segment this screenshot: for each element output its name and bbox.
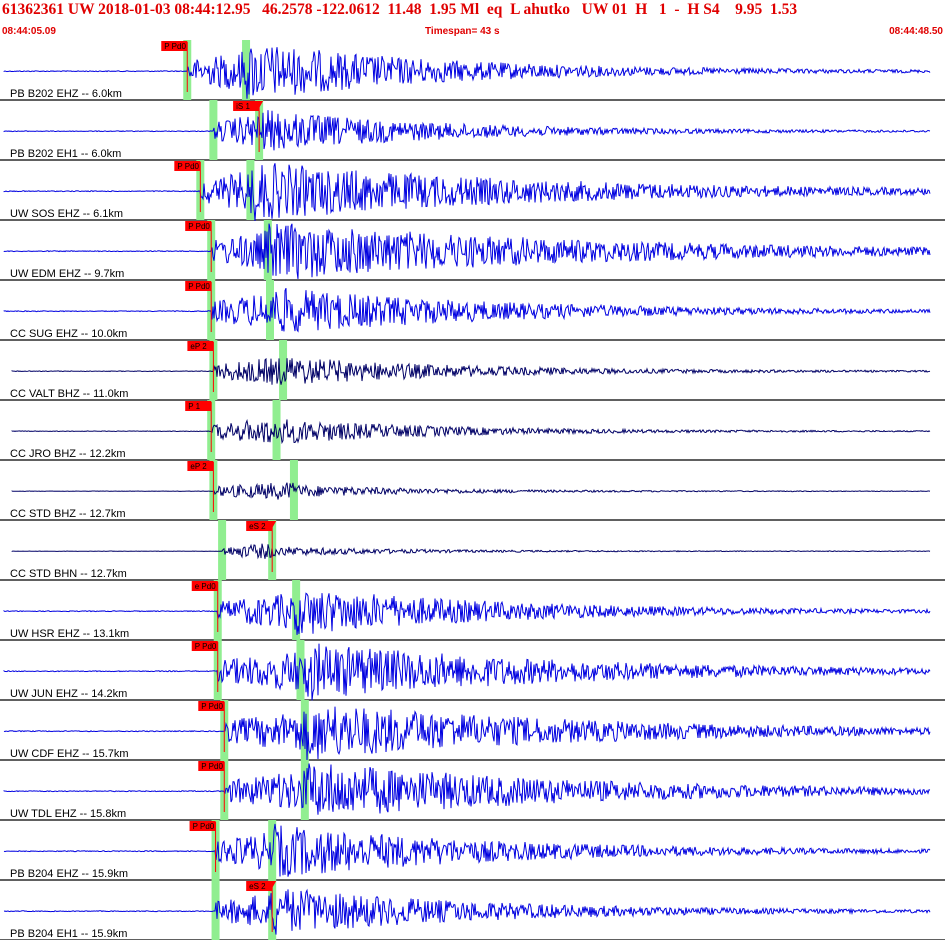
pick-label: P Pd0 xyxy=(195,642,217,651)
pick-label: P Pd0 xyxy=(201,702,223,711)
pick-label: eP 2 xyxy=(190,462,207,471)
station-label: UW HSR EHZ -- 13.1km xyxy=(10,628,129,640)
trace-row[interactable]: P 1 CC JRO BHZ -- 12.2km xyxy=(0,400,945,461)
trace-row[interactable]: P Pd0 UW TDL EHZ -- 15.8km xyxy=(0,760,945,821)
waveform xyxy=(3,706,931,761)
station-label: PB B204 EH1 -- 15.9km xyxy=(10,928,127,940)
trace-row[interactable]: P Pd0 UW EDM EHZ -- 9.7km xyxy=(0,220,945,281)
waveform xyxy=(3,763,931,815)
station-label: CC STD BHZ -- 12.7km xyxy=(10,508,126,520)
trace-row[interactable]: eP 2 CC VALT BHZ -- 11.0km xyxy=(0,340,945,401)
pick-label: P 1 xyxy=(188,402,200,411)
start-time: 08:44:05.09 xyxy=(2,26,56,37)
pick-label: P Pd0 xyxy=(201,762,223,771)
pick-label: P Pd0 xyxy=(193,822,215,831)
waveform xyxy=(11,357,931,385)
s-pick-band xyxy=(279,340,288,400)
trace-row[interactable]: P Pd0 PB B202 EHZ -- 6.0km xyxy=(0,40,945,101)
station-label: UW EDM EHZ -- 9.7km xyxy=(10,268,124,280)
station-label: PB B202 EHZ -- 6.0km xyxy=(10,88,122,100)
station-label: CC STD BHN -- 12.7km xyxy=(10,568,127,580)
station-label: CC JRO BHZ -- 12.2km xyxy=(10,448,126,460)
pick-label: eS 2 xyxy=(249,522,266,531)
event-title: 61362361 UW 2018-01-03 08:44:12.95 46.25… xyxy=(2,1,798,18)
station-label: CC VALT BHZ -- 11.0km xyxy=(10,388,128,400)
seismogram-svg[interactable]: P Pd0 PB B202 EHZ -- 6.0km iS 1 PB B202 EH1… xyxy=(0,40,945,940)
p-pick-band xyxy=(218,520,227,580)
trace-row[interactable]: P Pd0 PB B204 EHZ -- 15.9km xyxy=(0,820,945,881)
waveform xyxy=(11,419,931,445)
pick-label: e Pd0 xyxy=(195,582,216,591)
trace-row[interactable]: P Pd0 UW JUN EHZ -- 14.2km xyxy=(0,640,945,701)
trace-row[interactable]: eP 2 CC STD BHZ -- 12.7km xyxy=(0,460,945,521)
trace-row[interactable]: P Pd0 CC SUG EHZ -- 10.0km xyxy=(0,280,945,341)
waveform xyxy=(3,643,931,701)
s-pick-band xyxy=(300,760,309,820)
waveform xyxy=(3,823,931,877)
station-label: PB B204 EHZ -- 15.9km xyxy=(10,868,128,880)
waveform xyxy=(3,47,931,99)
waveform xyxy=(3,110,931,151)
trace-row[interactable]: eS 2 CC STD BHN -- 12.7km xyxy=(0,520,945,581)
station-label: UW CDF EHZ -- 15.7km xyxy=(10,748,129,760)
pick-label: P Pd0 xyxy=(177,162,199,171)
pick-label: P Pd0 xyxy=(164,42,186,51)
station-label: UW TDL EHZ -- 15.8km xyxy=(10,808,126,820)
waveform xyxy=(11,482,931,500)
waveform xyxy=(11,543,931,560)
waveform xyxy=(3,163,931,222)
end-time: 08:44:48.50 xyxy=(889,26,943,37)
waveform xyxy=(3,592,931,635)
station-label: UW JUN EHZ -- 14.2km xyxy=(10,688,127,700)
waveform xyxy=(3,288,931,333)
pick-label: P Pd0 xyxy=(188,282,210,291)
trace-row[interactable]: iS 1 PB B202 EH1 -- 6.0km xyxy=(0,100,945,161)
pick-label: iS 1 xyxy=(236,102,250,111)
pick-label: eS 2 xyxy=(249,882,266,891)
trace-row[interactable]: P Pd0 UW SOS EHZ -- 6.1km xyxy=(0,160,945,222)
waveform xyxy=(3,223,931,279)
trace-row[interactable]: eS 2 PB B204 EH1 -- 15.9km xyxy=(0,880,945,940)
station-label: PB B202 EH1 -- 6.0km xyxy=(10,148,121,160)
seismogram-panel[interactable]: P Pd0 PB B202 EHZ -- 6.0km iS 1 PB B202 EH1… xyxy=(0,40,945,940)
trace-row[interactable]: P Pd0 UW CDF EHZ -- 15.7km xyxy=(0,700,945,761)
station-label: CC SUG EHZ -- 10.0km xyxy=(10,328,127,340)
station-label: UW SOS EHZ -- 6.1km xyxy=(10,208,123,220)
pick-label: eP 2 xyxy=(190,342,207,351)
trace-row[interactable]: e Pd0 UW HSR EHZ -- 13.1km xyxy=(0,580,945,641)
event-header: 61362361 UW 2018-01-03 08:44:12.95 46.25… xyxy=(0,0,945,40)
pick-label: P Pd0 xyxy=(188,222,210,231)
timespan: Timespan= 43 s xyxy=(425,26,500,37)
waveform xyxy=(3,888,931,935)
